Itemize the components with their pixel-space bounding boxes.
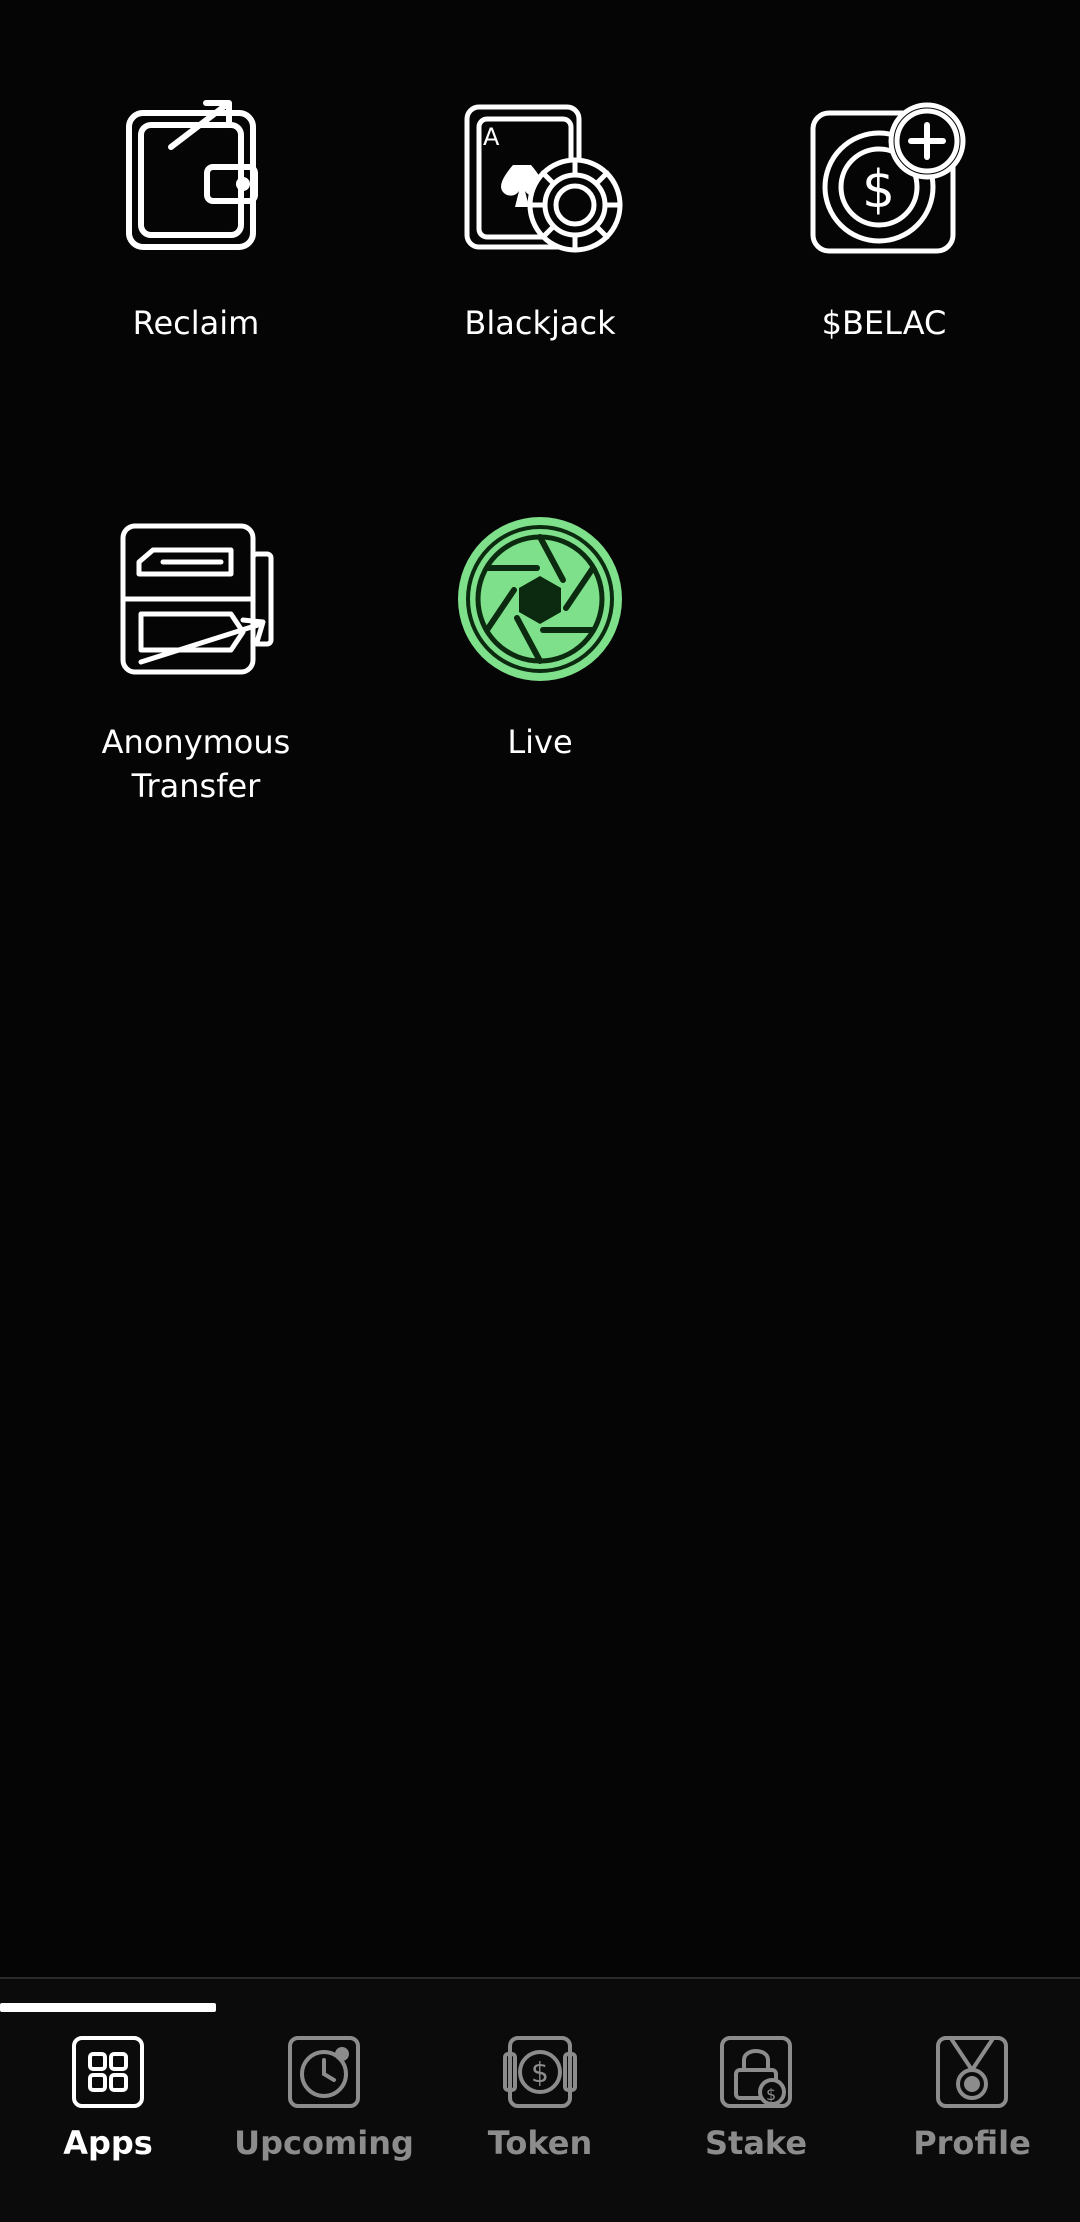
tab-label: Profile [913,2124,1031,2162]
svg-text:$: $ [531,2056,549,2089]
dollar-token-icon: $ [503,2036,577,2108]
app-live[interactable]: Live [390,514,690,764]
tab-upcoming[interactable]: Upcoming [216,1979,432,2222]
clock-icon [288,2036,360,2108]
tab-label: Token [487,2124,593,2162]
tab-stake[interactable]: $ Stake [648,1979,864,2222]
medal-icon [936,2036,1008,2108]
bottom-tab-bar: Apps Upcoming $ Token $ Stake Profile [0,1977,1080,2222]
app-label: Blackjack [464,304,616,342]
app-reclaim[interactable]: Reclaim [46,95,346,345]
apps-grid-icon [72,2036,144,2108]
lock-dollar-icon: $ [720,2036,792,2108]
tab-token[interactable]: $ Token [432,1979,648,2222]
app-blackjack[interactable]: A Blackjack [390,95,690,345]
app-label: $BELAC [821,304,947,342]
tab-apps[interactable]: Apps [0,1979,216,2222]
app-label: Anonymous Transfer [101,723,291,805]
transfer-arrows-icon [120,523,274,675]
app-belac[interactable]: $ $BELAC [734,95,1034,345]
wallet-arrow-icon [126,100,258,250]
dollar-coin-plus-icon: $ [810,102,966,254]
svg-text:$: $ [766,2085,776,2104]
app-label: Reclaim [132,304,260,342]
svg-text:A: A [483,123,500,151]
tab-label: Stake [704,2124,808,2162]
playing-card-chip-icon: A [464,104,623,253]
svg-text:$: $ [862,160,895,220]
app-label: Live [507,723,573,761]
tab-label: Upcoming [234,2124,414,2162]
tab-label: Apps [63,2124,153,2162]
app-anonymous-transfer[interactable]: Anonymous Transfer [46,514,346,808]
tab-profile[interactable]: Profile [864,1979,1080,2222]
camera-aperture-icon [458,517,622,681]
